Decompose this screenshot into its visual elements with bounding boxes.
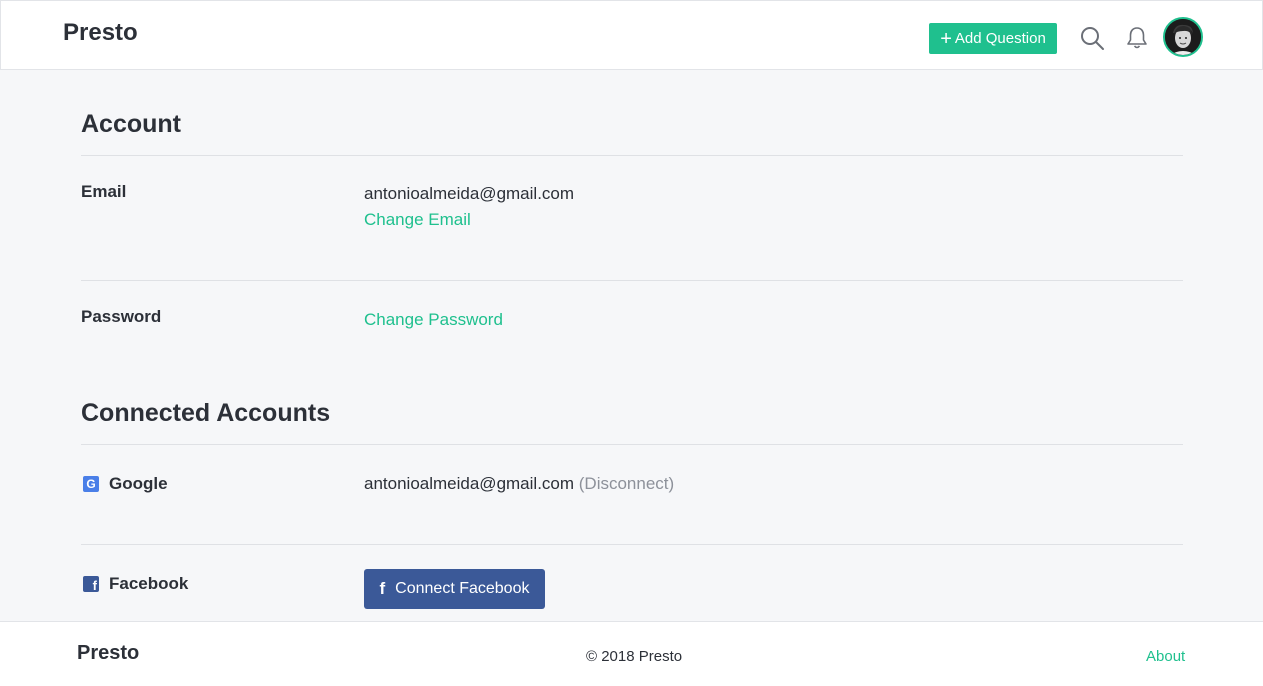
plus-icon: +: [940, 27, 952, 50]
google-icon: G: [83, 476, 99, 492]
app-logo[interactable]: Presto: [63, 19, 138, 47]
facebook-row-label: f Facebook: [81, 574, 188, 594]
password-label: Password: [81, 307, 162, 326]
email-label: Email: [81, 182, 127, 201]
divider: [81, 280, 1183, 281]
bell-icon[interactable]: [1124, 25, 1150, 51]
add-question-button[interactable]: + Add Question: [929, 23, 1057, 54]
facebook-logo-icon: f: [379, 579, 386, 598]
change-email-link[interactable]: Change Email: [364, 210, 471, 230]
add-question-label: Add Question: [954, 30, 1046, 47]
disconnect-google-link[interactable]: (Disconnect): [579, 474, 674, 493]
facebook-label: Facebook: [109, 574, 189, 593]
google-label: Google: [109, 474, 168, 493]
top-navbar: Presto + Add Question: [0, 0, 1263, 70]
email-value: antonioalmeida@gmail.com: [364, 184, 575, 203]
avatar[interactable]: [1163, 17, 1203, 57]
divider: [81, 155, 1183, 156]
google-account-value: antonioalmeida@gmail.com (Disconnect): [364, 474, 674, 494]
facebook-icon: f: [83, 576, 99, 592]
footer-logo[interactable]: Presto: [77, 642, 139, 665]
connect-facebook-label: Connect Facebook: [395, 580, 530, 597]
change-password-link[interactable]: Change Password: [364, 310, 503, 330]
footer: Presto © 2018 Presto About: [0, 621, 1263, 686]
google-email: antonioalmeida@gmail.com: [364, 474, 575, 493]
connect-facebook-button[interactable]: f Connect Facebook: [364, 569, 545, 609]
connected-accounts-title: Connected Accounts: [81, 399, 331, 427]
account-section-title: Account: [81, 110, 181, 138]
copyright-text: © 2018 Presto: [586, 648, 683, 665]
about-link[interactable]: About: [1146, 648, 1185, 665]
google-row-label: G Google: [81, 474, 168, 494]
divider: [81, 444, 1183, 445]
search-icon[interactable]: [1079, 25, 1105, 51]
divider: [81, 544, 1183, 545]
